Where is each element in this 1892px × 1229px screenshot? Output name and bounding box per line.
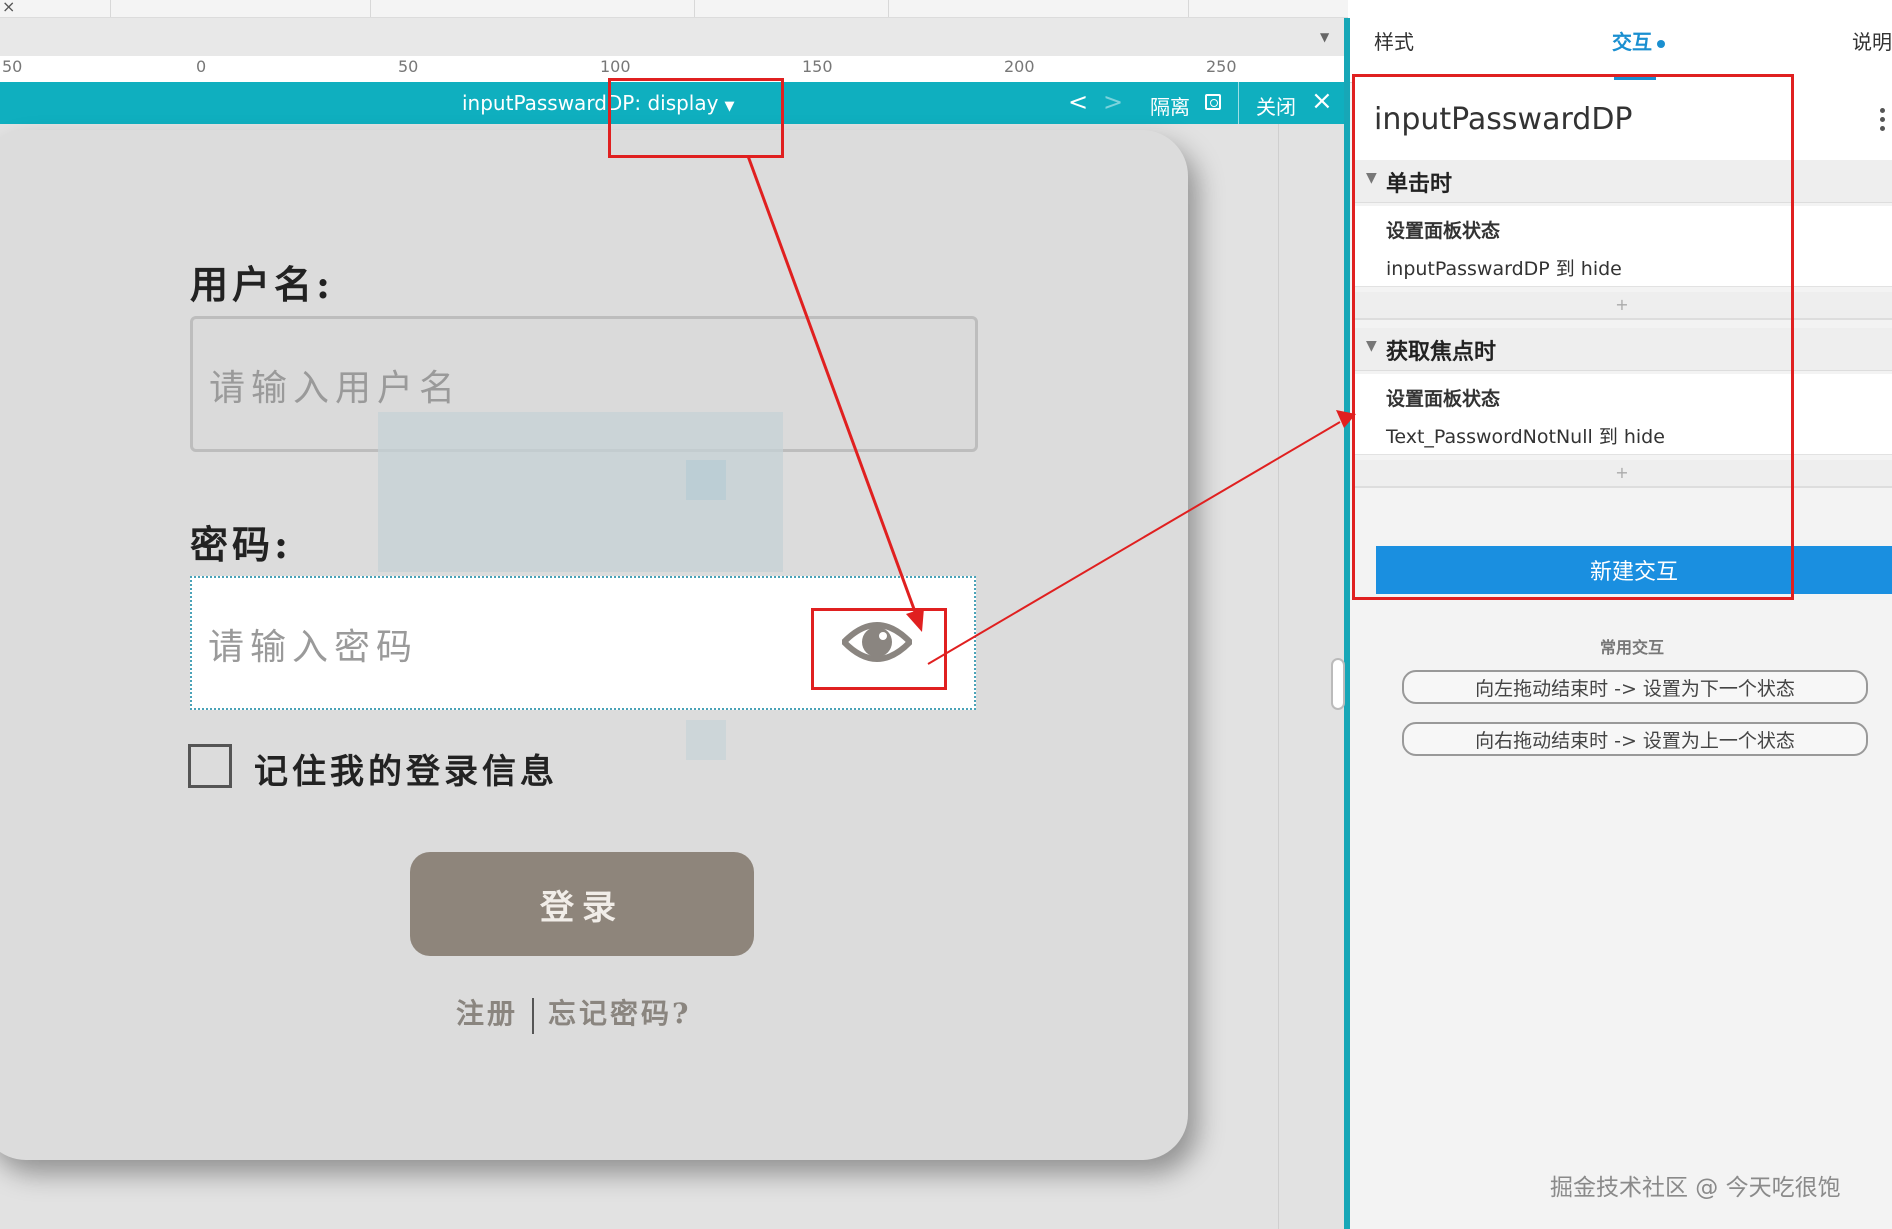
toolbar-divider xyxy=(370,0,371,17)
canvas-header-band: ▼ xyxy=(0,18,1348,56)
tab-notes[interactable]: 说明 xyxy=(1852,26,1892,55)
forgot-password-link[interactable]: 忘记密码? xyxy=(548,997,691,1030)
ruler-label: 50 xyxy=(398,57,419,76)
ruler-label: 250 xyxy=(1206,57,1237,76)
canvas-guide-line xyxy=(1278,124,1279,1229)
login-button[interactable]: 登录 xyxy=(410,852,754,956)
toolbar-divider xyxy=(694,0,695,17)
chevron-left-icon[interactable]: < xyxy=(1068,88,1088,116)
hidden-panel-marker xyxy=(686,460,726,500)
remember-checkbox[interactable] xyxy=(188,744,232,788)
common-interactions-title: 常用交互 xyxy=(1600,638,1665,657)
top-toolbar: × xyxy=(0,0,1348,18)
footer-links: 注册 忘记密码? xyxy=(456,992,691,1034)
username-placeholder: 请输入用户名 xyxy=(209,368,462,409)
remember-label: 记住我的登录信息 xyxy=(254,752,558,792)
close-panel-button[interactable]: 关闭 xyxy=(1256,91,1296,120)
title-highlight-box xyxy=(608,78,784,158)
close-icon[interactable]: × xyxy=(2,0,15,16)
ruler-label: 150 xyxy=(802,57,833,76)
chevron-right-icon[interactable]: > xyxy=(1103,88,1123,116)
panel-highlight-box xyxy=(1352,74,1794,600)
isolate-button[interactable]: 隔离 xyxy=(1150,91,1190,120)
ruler-label: 0 xyxy=(196,57,207,76)
link-divider xyxy=(532,997,535,1034)
ruler-label: 50 xyxy=(2,57,23,76)
bar-divider xyxy=(1238,82,1239,124)
toolbar-divider xyxy=(888,0,889,17)
ruler-label: 200 xyxy=(1004,57,1035,76)
toolbar-divider xyxy=(1188,0,1189,17)
toolbar-divider xyxy=(110,0,111,17)
password-label: 密码: xyxy=(190,522,293,567)
common-interaction-button[interactable]: 向右拖动结束时 -> 设置为上一个状态 xyxy=(1402,722,1868,756)
more-options-icon[interactable] xyxy=(1880,108,1886,135)
isolate-icon[interactable] xyxy=(1205,94,1221,110)
close-icon[interactable]: × xyxy=(1311,86,1333,116)
watermark: 掘金技术社区 @ 今天吃很饱 xyxy=(1550,1175,1841,1201)
hidden-panel-marker xyxy=(686,720,726,760)
common-interaction-button[interactable]: 向左拖动结束时 -> 设置为下一个状态 xyxy=(1402,670,1868,704)
username-label: 用户名: xyxy=(190,262,335,307)
tab-style[interactable]: 样式 xyxy=(1374,26,1414,55)
password-placeholder: 请输入密码 xyxy=(208,627,419,668)
chevron-down-icon[interactable]: ▼ xyxy=(1320,30,1329,44)
register-link[interactable]: 注册 xyxy=(456,997,518,1030)
tab-interaction-label: 交互 xyxy=(1612,30,1652,54)
tab-interaction[interactable]: 交互 xyxy=(1612,26,1665,55)
active-dot-icon xyxy=(1657,39,1665,48)
ruler-label: 100 xyxy=(600,57,631,76)
splitter-handle[interactable] xyxy=(1331,658,1345,710)
eye-highlight-box xyxy=(811,608,947,690)
